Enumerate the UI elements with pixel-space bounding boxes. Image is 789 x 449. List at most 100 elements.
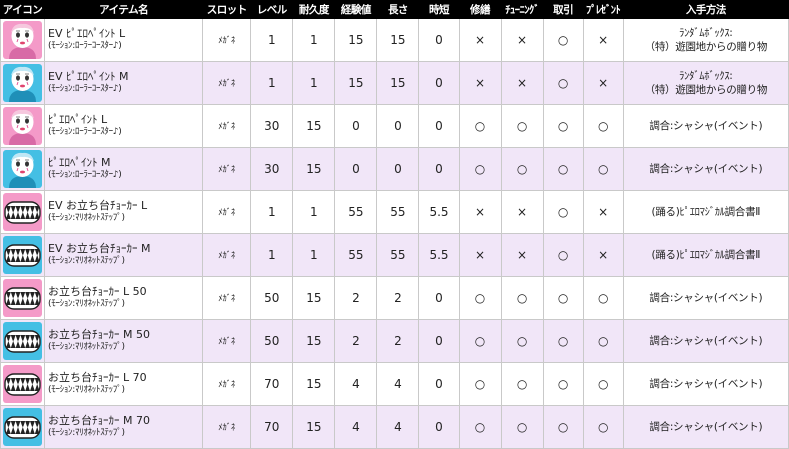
col-header-level[interactable]: レベル	[250, 0, 294, 19]
icon-cell	[0, 104, 46, 148]
item-motion: (ﾓｰｼｮﾝ:ﾏﾘｵﾈｯﾄｽﾃｯﾌﾟ)	[48, 385, 125, 395]
table-row[interactable]: お立ち台ﾁｮｰｶｰ M 50 (ﾓｰｼｮﾝ:ﾏﾘｵﾈｯﾄｽﾃｯﾌﾟ) ﾒｶﾞﾈ 50…	[0, 319, 789, 363]
trade-cell: ○	[542, 405, 584, 449]
present-cell: ○	[582, 405, 624, 449]
table-row[interactable]: お立ち台ﾁｮｰｶｰ L 50 (ﾓｰｼｮﾝ:ﾏﾘｵﾈｯﾄｽﾃｯﾌﾟ) ﾒｶﾞﾈ 50…	[0, 276, 789, 320]
item-name-cell: EV ﾋﾟｴﾛﾍﾟｲﾝﾄ L (ﾓｰｼｮﾝ:ﾛｰﾗｰｺｰｽﾀｰ♪)	[44, 18, 204, 62]
shorten-cell: 0	[418, 61, 460, 105]
col-header-present[interactable]: ﾌﾟﾚｾﾞﾝﾄ	[582, 0, 624, 19]
header-row: アイコン アイテム名 スロット レベル 耐久度 経験値 長さ 時短 修繕 ﾁｭｰ…	[0, 0, 789, 19]
mouth-blue-icon[interactable]	[3, 408, 43, 446]
length-cell: 15	[376, 18, 420, 62]
item-name: EV ﾋﾟｴﾛﾍﾟｲﾝﾄ M	[48, 70, 129, 83]
shorten-cell: 0	[418, 104, 460, 148]
item-motion: (ﾓｰｼｮﾝ:ﾛｰﾗｰｺｰｽﾀｰ♪)	[48, 127, 122, 137]
trade-cell: ○	[542, 276, 584, 320]
col-header-exp[interactable]: 経験値	[334, 0, 378, 19]
mouth-pink-icon[interactable]	[3, 365, 43, 403]
trade-cell: ○	[542, 104, 584, 148]
icon-cell	[0, 18, 46, 62]
table-row[interactable]: お立ち台ﾁｮｰｶｰ L 70 (ﾓｰｼｮﾝ:ﾏﾘｵﾈｯﾄｽﾃｯﾌﾟ) ﾒｶﾞﾈ 70…	[0, 362, 789, 406]
obtain-method-line1: (踊る)ﾋﾟｴﾛﾏｼﾞｶﾙ調合書Ⅱ	[651, 249, 761, 261]
mouth-blue-icon[interactable]	[3, 236, 43, 274]
level-cell: 1	[250, 233, 294, 277]
level-cell: 1	[250, 61, 294, 105]
durability-cell: 15	[292, 147, 336, 191]
present-cell: ○	[582, 147, 624, 191]
shorten-cell: 0	[418, 18, 460, 62]
item-name-cell: EV お立ち台ﾁｮｰｶｰ L (ﾓｰｼｮﾝ:ﾏﾘｵﾈｯﾄｽﾃｯﾌﾟ)	[44, 190, 204, 234]
item-table: アイコン アイテム名 スロット レベル 耐久度 経験値 長さ 時短 修繕 ﾁｭｰ…	[0, 0, 789, 449]
col-header-item-name[interactable]: アイテム名	[44, 0, 204, 19]
exp-cell: 2	[334, 276, 378, 320]
item-name: お立ち台ﾁｮｰｶｰ L 50	[48, 285, 147, 298]
item-motion: (ﾓｰｼｮﾝ:ﾛｰﾗｰｺｰｽﾀｰ♪)	[48, 84, 122, 94]
col-header-repair[interactable]: 修繕	[458, 0, 502, 19]
level-cell: 1	[250, 190, 294, 234]
table-row[interactable]: ﾋﾟｴﾛﾍﾟｲﾝﾄ M (ﾓｰｼｮﾝ:ﾛｰﾗｰｺｰｽﾀｰ♪) ﾒｶﾞﾈ 30 15 0 0…	[0, 147, 789, 191]
item-motion: (ﾓｰｼｮﾝ:ﾛｰﾗｰｺｰｽﾀｰ♪)	[48, 170, 122, 180]
col-header-tuning[interactable]: ﾁｭｰﾆﾝｸﾞ	[500, 0, 544, 19]
table-row[interactable]: お立ち台ﾁｮｰｶｰ M 70 (ﾓｰｼｮﾝ:ﾏﾘｵﾈｯﾄｽﾃｯﾌﾟ) ﾒｶﾞﾈ 70…	[0, 405, 789, 449]
slot-cell: ﾒｶﾞﾈ	[202, 233, 252, 277]
col-header-obtain-method[interactable]: 入手方法	[622, 0, 789, 19]
item-name-cell: お立ち台ﾁｮｰｶｰ L 50 (ﾓｰｼｮﾝ:ﾏﾘｵﾈｯﾄｽﾃｯﾌﾟ)	[44, 276, 204, 320]
durability-cell: 1	[292, 61, 336, 105]
icon-cell	[0, 190, 46, 234]
durability-cell: 15	[292, 319, 336, 363]
table-row[interactable]: EV お立ち台ﾁｮｰｶｰ M (ﾓｰｼｮﾝ:ﾏﾘｵﾈｯﾄｽﾃｯﾌﾟ) ﾒｶﾞﾈ 1 1…	[0, 233, 789, 277]
mouth-blue-icon[interactable]	[3, 322, 43, 360]
obtain-method-cell: 調合:シャシャ(イベント)	[622, 276, 789, 320]
obtain-method-line1: 調合:シャシャ(イベント)	[649, 120, 763, 132]
col-header-icon[interactable]: アイコン	[0, 0, 46, 19]
durability-cell: 15	[292, 362, 336, 406]
repair-cell: ○	[458, 104, 502, 148]
length-cell: 2	[376, 276, 420, 320]
exp-cell: 2	[334, 319, 378, 363]
repair-cell: ○	[458, 147, 502, 191]
exp-cell: 55	[334, 233, 378, 277]
col-header-trade[interactable]: 取引	[542, 0, 584, 19]
exp-cell: 0	[334, 147, 378, 191]
trade-cell: ○	[542, 147, 584, 191]
table-row[interactable]: EV お立ち台ﾁｮｰｶｰ L (ﾓｰｼｮﾝ:ﾏﾘｵﾈｯﾄｽﾃｯﾌﾟ) ﾒｶﾞﾈ 1 1…	[0, 190, 789, 234]
obtain-method-line1: 調合:シャシャ(イベント)	[649, 378, 763, 390]
length-cell: 0	[376, 104, 420, 148]
icon-cell	[0, 276, 46, 320]
mouth-pink-icon[interactable]	[3, 193, 43, 231]
face-blue-icon[interactable]	[3, 64, 43, 102]
shorten-cell: 0	[418, 319, 460, 363]
col-header-slot[interactable]: スロット	[202, 0, 252, 19]
face-pink-icon[interactable]	[3, 107, 43, 145]
face-blue-icon[interactable]	[3, 150, 43, 188]
length-cell: 15	[376, 61, 420, 105]
obtain-method-cell: 調合:シャシャ(イベント)	[622, 405, 789, 449]
table-row[interactable]: ﾋﾟｴﾛﾍﾟｲﾝﾄ L (ﾓｰｼｮﾝ:ﾛｰﾗｰｺｰｽﾀｰ♪) ﾒｶﾞﾈ 30 15 0 0…	[0, 104, 789, 148]
length-cell: 2	[376, 319, 420, 363]
exp-cell: 4	[334, 405, 378, 449]
exp-cell: 15	[334, 61, 378, 105]
obtain-method-cell: 調合:シャシャ(イベント)	[622, 147, 789, 191]
mouth-pink-icon[interactable]	[3, 279, 43, 317]
level-cell: 50	[250, 319, 294, 363]
obtain-method-cell: ﾗﾝﾀﾞﾑﾎﾞｯｸｽ: （特）遊園地からの贈り物	[622, 18, 789, 62]
obtain-method-cell: (踊る)ﾋﾟｴﾛﾏｼﾞｶﾙ調合書Ⅱ	[622, 233, 789, 277]
present-cell: ×	[582, 190, 624, 234]
table-row[interactable]: EV ﾋﾟｴﾛﾍﾟｲﾝﾄ L (ﾓｰｼｮﾝ:ﾛｰﾗｰｺｰｽﾀｰ♪) ﾒｶﾞﾈ 1 1 1…	[0, 18, 789, 62]
length-cell: 4	[376, 405, 420, 449]
item-name: EV お立ち台ﾁｮｰｶｰ L	[48, 199, 148, 212]
col-header-shorten[interactable]: 時短	[418, 0, 460, 19]
present-cell: ○	[582, 319, 624, 363]
obtain-method-cell: ﾗﾝﾀﾞﾑﾎﾞｯｸｽ: （特）遊園地からの贈り物	[622, 61, 789, 105]
face-pink-icon[interactable]	[3, 21, 43, 59]
level-cell: 50	[250, 276, 294, 320]
trade-cell: ○	[542, 61, 584, 105]
table-row[interactable]: EV ﾋﾟｴﾛﾍﾟｲﾝﾄ M (ﾓｰｼｮﾝ:ﾛｰﾗｰｺｰｽﾀｰ♪) ﾒｶﾞﾈ 1 1 1…	[0, 61, 789, 105]
present-cell: ○	[582, 362, 624, 406]
col-header-length[interactable]: 長さ	[376, 0, 420, 19]
icon-cell	[0, 61, 46, 105]
col-header-durability[interactable]: 耐久度	[292, 0, 336, 19]
durability-cell: 15	[292, 276, 336, 320]
item-name: お立ち台ﾁｮｰｶｰ M 70	[48, 414, 151, 427]
exp-cell: 0	[334, 104, 378, 148]
